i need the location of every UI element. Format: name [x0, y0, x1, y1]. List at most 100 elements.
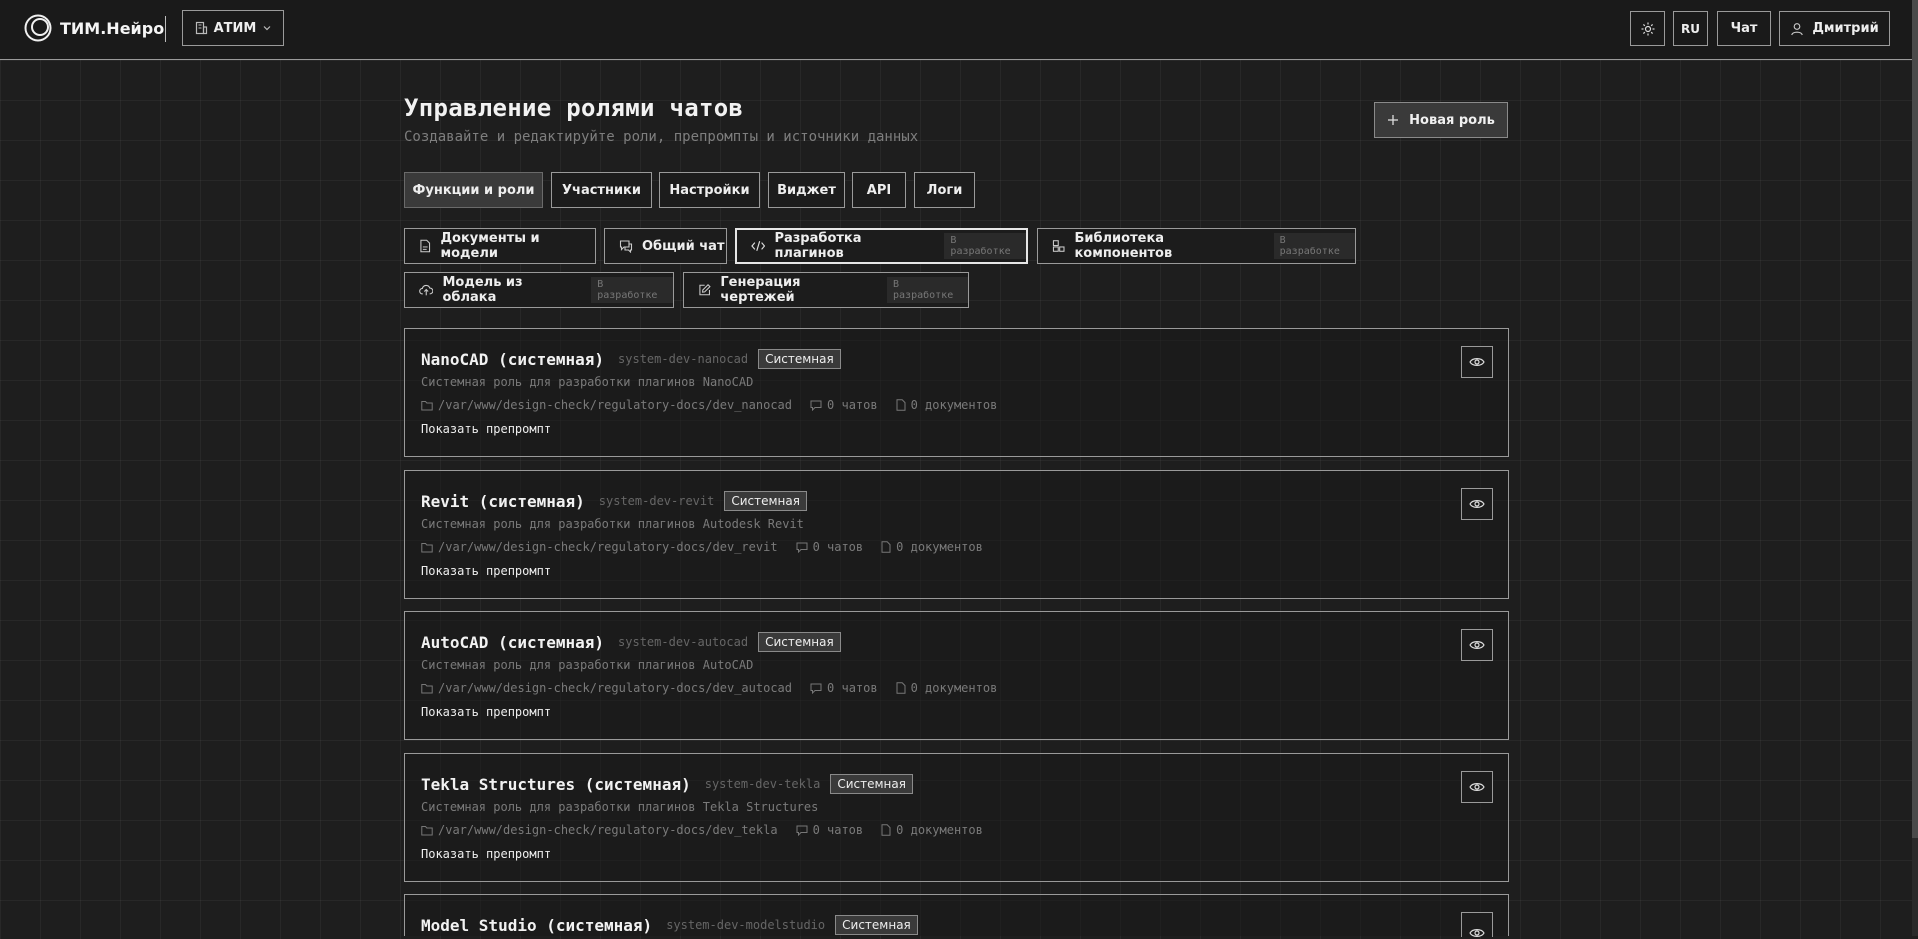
- role-name: AutoCAD (системная): [421, 632, 605, 652]
- function-label: Модель из облака: [442, 275, 523, 305]
- role-slug: system-dev-nanocad: [618, 352, 749, 366]
- function-label: Генерация чертежей: [720, 275, 801, 305]
- top-bar: ТИМ.Нейро АТИМ RU Чат Дмитрий: [0, 0, 1912, 60]
- system-badge: Системная: [724, 491, 807, 511]
- eye-icon: [1469, 929, 1485, 937]
- chat-bubble-icon: [810, 400, 822, 411]
- show-prompt-link[interactable]: Показать препромпт: [421, 422, 551, 436]
- role-docs: 0 документов: [896, 540, 983, 554]
- system-badge: Системная: [830, 774, 913, 794]
- function-documents-models[interactable]: Документы и модели: [404, 228, 596, 264]
- folder-icon: [421, 683, 433, 693]
- role-name: NanoCAD (системная): [421, 349, 605, 369]
- system-badge: Системная: [835, 915, 918, 935]
- role-slug: system-dev-autocad: [618, 635, 749, 649]
- page-title: Управление ролями чатов: [404, 94, 744, 122]
- show-prompt-link[interactable]: Показать препромпт: [421, 847, 551, 861]
- role-slug: system-dev-modelstudio: [666, 918, 826, 932]
- show-prompt-link[interactable]: Показать препромпт: [421, 564, 551, 578]
- logo[interactable]: ТИМ.Нейро: [24, 14, 164, 42]
- user-menu-button[interactable]: Дмитрий: [1779, 11, 1890, 46]
- cloud-upload-icon: [419, 284, 434, 296]
- role-path: /var/www/design-check/regulatory-docs/de…: [438, 681, 793, 695]
- role-docs: 0 документов: [896, 823, 983, 837]
- file-icon: [896, 682, 906, 694]
- eye-icon: [1469, 783, 1485, 791]
- theme-toggle-button[interactable]: [1630, 11, 1665, 46]
- function-label: Общий чат: [642, 238, 725, 254]
- role-card: Revit (системная) system-dev-revit Систе…: [404, 470, 1509, 599]
- tab-widget[interactable]: Виджет: [768, 172, 845, 208]
- new-role-button[interactable]: Новая роль: [1374, 102, 1508, 138]
- function-label: Библиотека компонентов: [1074, 231, 1173, 261]
- view-button[interactable]: [1461, 912, 1493, 937]
- logo-text: ТИМ.Нейро: [60, 18, 165, 38]
- role-name: Model Studio (системная): [421, 915, 653, 935]
- role-name: Tekla Structures (системная): [421, 774, 691, 794]
- folder-icon: [421, 400, 433, 410]
- building-icon: [195, 21, 207, 35]
- language-button[interactable]: RU: [1673, 11, 1708, 46]
- scrollbar-thumb[interactable]: [1912, 0, 1918, 838]
- eye-icon: [1469, 358, 1485, 366]
- components-icon: [1052, 240, 1065, 252]
- role-chats: 0 чатов: [812, 540, 864, 554]
- user-name: Дмитрий: [1812, 21, 1879, 36]
- role-chats: 0 чатов: [827, 398, 878, 412]
- eye-icon: [1469, 641, 1485, 649]
- role-path: /var/www/design-check/regulatory-docs/de…: [438, 540, 778, 554]
- role-description: Системная роль для разработки плагинов A…: [421, 517, 804, 531]
- view-button[interactable]: [1461, 629, 1493, 661]
- role-chats: 0 чатов: [812, 823, 864, 837]
- folder-icon: [421, 825, 433, 835]
- new-role-label: Новая роль: [1409, 112, 1495, 128]
- user-icon: [1791, 22, 1804, 35]
- role-card: NanoCAD (системная) system-dev-nanocad С…: [404, 328, 1509, 457]
- status-badge: В разработке: [944, 233, 1026, 259]
- role-path: /var/www/design-check/regulatory-docs/de…: [438, 398, 793, 412]
- role-description: Системная роль для разработки плагинов T…: [421, 800, 819, 814]
- role-description: Системная роль для разработки плагинов N…: [421, 375, 754, 389]
- org-name: АТИМ: [213, 20, 257, 36]
- chat-button[interactable]: Чат: [1717, 11, 1771, 46]
- tab-members[interactable]: Участники: [551, 172, 652, 208]
- role-docs: 0 документов: [910, 681, 998, 695]
- tab-api[interactable]: API: [852, 172, 906, 208]
- role-chats: 0 чатов: [827, 681, 878, 695]
- chat-bubble-icon: [810, 683, 822, 694]
- view-button[interactable]: [1461, 488, 1493, 520]
- plus-icon: [1388, 115, 1399, 125]
- function-component-library[interactable]: Библиотека компонентов В разработке: [1037, 228, 1356, 264]
- view-button[interactable]: [1461, 346, 1493, 378]
- role-name: Revit (системная): [421, 491, 585, 511]
- role-card: AutoCAD (системная) system-dev-autocad С…: [404, 611, 1509, 740]
- function-drawing-generation[interactable]: Генерация чертежей В разработке: [683, 272, 969, 308]
- code-icon: [751, 241, 766, 251]
- folder-icon: [421, 542, 433, 552]
- function-cloud-model[interactable]: Модель из облака В разработке: [404, 272, 674, 308]
- role-path: /var/www/design-check/regulatory-docs/de…: [438, 823, 778, 837]
- file-icon: [896, 399, 906, 411]
- edit-icon: [699, 284, 711, 296]
- org-selector[interactable]: АТИМ: [182, 10, 284, 46]
- scrollbar-track[interactable]: [1912, 0, 1918, 936]
- show-prompt-link[interactable]: Показать препромпт: [421, 705, 551, 719]
- status-badge: В разработке: [591, 277, 673, 303]
- function-general-chat[interactable]: Общий чат: [604, 228, 727, 264]
- role-slug: system-dev-revit: [598, 494, 715, 508]
- role-card: Tekla Structures (системная) system-dev-…: [404, 753, 1509, 882]
- tab-settings[interactable]: Настройки: [659, 172, 760, 208]
- page-subtitle: Создавайте и редактируйте роли, препромп…: [404, 129, 919, 145]
- file-icon: [881, 824, 891, 836]
- view-button[interactable]: [1461, 771, 1493, 803]
- status-badge: В разработке: [1273, 233, 1355, 259]
- tab-logs[interactable]: Логи: [914, 172, 975, 208]
- function-plugin-development[interactable]: Разработка плагинов В разработке: [735, 228, 1028, 264]
- file-icon: [881, 541, 891, 553]
- logo-icon: [24, 14, 52, 42]
- role-docs: 0 документов: [910, 398, 998, 412]
- system-badge: Системная: [758, 632, 841, 652]
- role-description: Системная роль для разработки плагинов A…: [421, 658, 754, 672]
- chat-icon: [619, 240, 633, 253]
- tab-functions-roles[interactable]: Функции и роли: [404, 172, 543, 208]
